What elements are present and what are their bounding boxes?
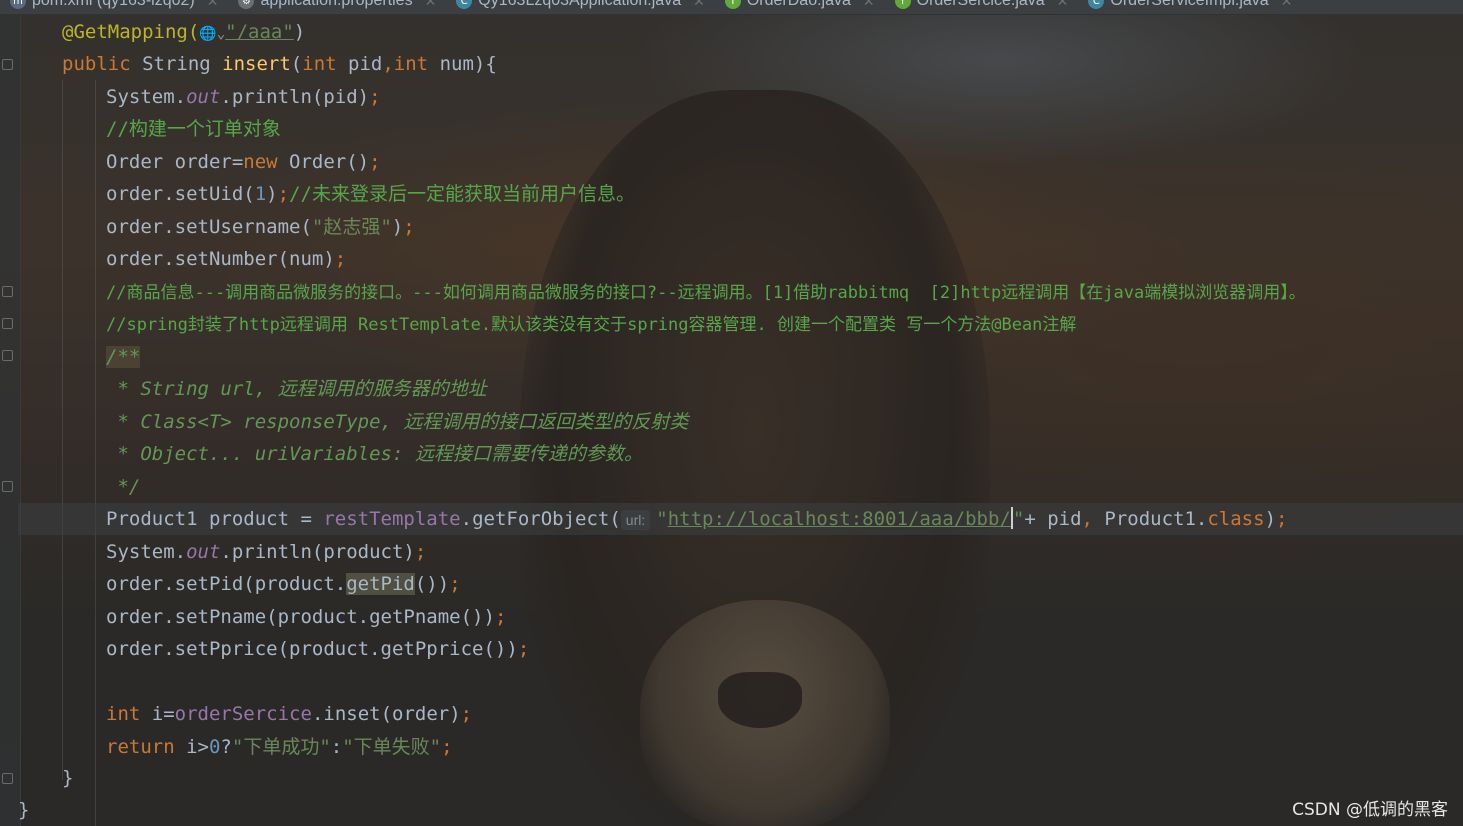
code-line-current: Product1 product = restTemplate.getForOb… <box>18 503 1463 535</box>
tab-label: OrderDao.java <box>746 0 851 9</box>
editor-tab-bar: m pom.xml (qy163-lzq02) ✕ ⚙ application.… <box>0 0 1463 15</box>
fold-icon[interactable] <box>2 481 13 492</box>
fold-icon[interactable] <box>2 350 13 361</box>
tab-orderserviceimpl-java[interactable]: C OrderServiceImpl.java ✕ <box>1078 0 1302 14</box>
code-line: System.out.println(product); <box>106 541 427 563</box>
tab-label: OrderServiceImpl.java <box>1110 0 1269 9</box>
maven-icon: m <box>10 0 26 9</box>
code-line: int i=orderSercice.inset(order); <box>106 703 473 725</box>
parameter-hint: url: <box>620 510 651 530</box>
code-line: * Object... uriVariables: 远程接口需要传递的参数。 <box>106 443 643 465</box>
fold-icon[interactable] <box>2 59 13 70</box>
code-line: */ <box>106 476 141 498</box>
tab-application-properties[interactable]: ⚙ application.properties ✕ <box>228 0 446 14</box>
code-line: order.setNumber(num); <box>106 248 347 270</box>
tab-label: application.properties <box>260 0 413 9</box>
code-line: } <box>62 767 74 789</box>
close-icon[interactable]: ✕ <box>693 0 705 10</box>
code-line: @GetMapping(🌐⌄"/aaa") <box>18 16 1463 48</box>
code-line: order.setPid(product.getPid()); <box>106 573 461 595</box>
fold-icon[interactable] <box>2 286 13 297</box>
close-icon[interactable]: ✕ <box>207 0 219 10</box>
ide-window: m pom.xml (qy163-lzq02) ✕ ⚙ application.… <box>0 0 1463 826</box>
tab-label: Qy163Lzq03Application.java <box>478 0 682 9</box>
code-line: * String url, 远程调用的服务器的地址 <box>106 378 487 400</box>
close-icon[interactable]: ✕ <box>425 0 437 10</box>
code-line: //构建一个订单对象 <box>106 118 281 140</box>
code-line: order.setPname(product.getPname()); <box>106 606 507 628</box>
close-icon[interactable]: ✕ <box>863 0 875 10</box>
config-icon: ⚙ <box>238 0 255 9</box>
interface-icon: I <box>894 0 911 9</box>
app-class-icon: C <box>456 0 473 9</box>
code-line: //商品信息---调用商品微服务的接口。---如何调用商品微服务的接口?--远程… <box>106 283 1306 303</box>
code-line: } <box>18 799 30 821</box>
fold-icon[interactable] <box>2 773 13 784</box>
code-line: /** <box>106 346 141 368</box>
code-line: * Class<T> responseType, 远程调用的接口返回类型的反射类 <box>106 411 689 433</box>
close-icon[interactable]: ✕ <box>1057 0 1069 10</box>
code-line: order.setUid(1);//未来登录后一定能获取当前用户信息。 <box>106 183 635 205</box>
code-line: order.setPprice(product.getPprice()); <box>106 638 530 660</box>
code-line: return i>0?"下单成功":"下单失败"; <box>106 736 453 758</box>
code-line: public String insert(int pid,int num){ <box>62 53 497 75</box>
tab-orderdao-java[interactable]: I OrderDao.java ✕ <box>715 0 885 14</box>
tab-ordersercice-java[interactable]: I OrderSercice.java ✕ <box>885 0 1079 14</box>
interface-icon: I <box>724 0 741 9</box>
watermark: CSDN @低调的黑客 <box>1292 800 1448 820</box>
tab-label: pom.xml (qy163-lzq02) <box>32 0 195 9</box>
code-line: Order order=new Order(); <box>106 151 381 173</box>
code-line: System.out.println(pid); <box>106 86 381 108</box>
tab-pom-xml[interactable]: m pom.xml (qy163-lzq02) ✕ <box>0 0 228 14</box>
class-icon: C <box>1088 0 1105 9</box>
url-link[interactable]: http://localhost:8001/aaa/bbb/ <box>668 508 1011 530</box>
code-line: order.setUsername("赵志强"); <box>106 216 415 238</box>
fold-icon[interactable] <box>2 318 13 329</box>
close-icon[interactable]: ✕ <box>1281 0 1293 10</box>
code-line: //spring封装了http远程调用 RestTemplate.默认该类没有交… <box>106 315 1077 335</box>
tab-application-java[interactable]: C Qy163Lzq03Application.java ✕ <box>446 0 715 14</box>
globe-icon[interactable]: 🌐⌄ <box>199 18 225 50</box>
tab-label: OrderSercice.java <box>916 0 1045 9</box>
code-editor[interactable]: @GetMapping(🌐⌄"/aaa") public String inse… <box>18 0 1463 826</box>
